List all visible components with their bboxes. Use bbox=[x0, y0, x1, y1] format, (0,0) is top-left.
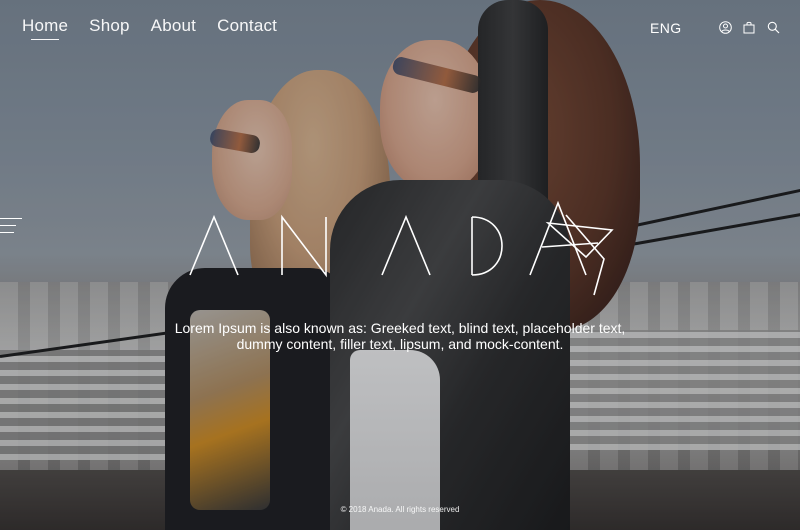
user-icon[interactable] bbox=[718, 20, 732, 34]
copyright-text: © 2018 Anada. All rights reserved bbox=[340, 505, 460, 514]
nav-item-home[interactable]: Home bbox=[22, 16, 68, 40]
search-icon[interactable] bbox=[766, 20, 780, 34]
menu-hamburger-icon[interactable] bbox=[0, 218, 22, 240]
header-icons bbox=[718, 20, 780, 34]
hero-tagline: Lorem Ipsum is also known as: Greeked te… bbox=[174, 320, 626, 352]
page: Home Shop About Contact ENG Lorem Ipsum … bbox=[0, 0, 800, 530]
nav-item-shop[interactable]: Shop bbox=[89, 16, 130, 40]
brand-logo bbox=[186, 195, 616, 305]
nav-item-about[interactable]: About bbox=[151, 16, 196, 40]
shopping-bag-icon[interactable] bbox=[742, 20, 756, 34]
language-selector[interactable]: ENG bbox=[650, 20, 682, 36]
nav-item-contact[interactable]: Contact bbox=[217, 16, 277, 40]
main-nav: Home Shop About Contact bbox=[22, 16, 277, 40]
